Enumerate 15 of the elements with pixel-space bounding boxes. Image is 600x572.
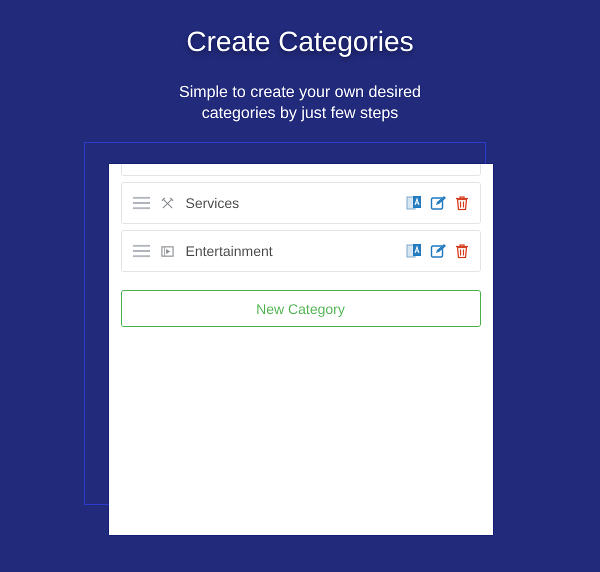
edit-icon[interactable]: [430, 195, 446, 211]
category-name: Services: [186, 195, 240, 211]
drag-handle-icon[interactable]: [132, 196, 150, 210]
category-name: Entertainment: [186, 243, 274, 259]
delete-icon[interactable]: [454, 243, 470, 259]
subtitle: Simple to create your own desired categories by just few steps: [179, 83, 421, 124]
translate-icon[interactable]: [406, 195, 422, 211]
edit-icon[interactable]: [430, 243, 446, 259]
translate-icon[interactable]: [406, 243, 422, 259]
film-icon: [160, 244, 174, 258]
tools-icon: [160, 196, 174, 210]
new-category-button[interactable]: New Category: [120, 290, 480, 327]
delete-icon[interactable]: [454, 195, 470, 211]
page-title: Create Categories: [186, 26, 414, 58]
drag-handle-icon[interactable]: [132, 244, 150, 258]
